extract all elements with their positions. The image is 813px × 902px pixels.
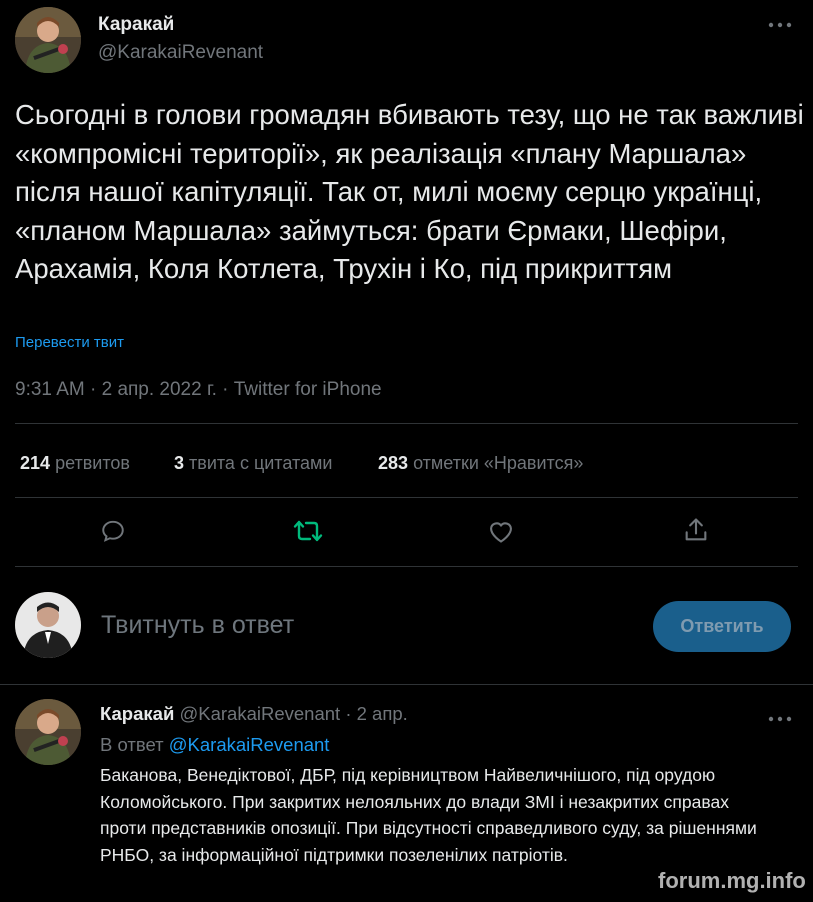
divider-actions-compose [15,566,798,567]
quotes-stat[interactable]: 3 твита с цитатами [174,453,332,474]
divider-top-stats [15,423,798,424]
divider-stats-actions [15,497,798,498]
in-reply-to: В ответ @KarakaiRevenant [100,734,329,756]
retweet-action-button[interactable] [293,518,323,544]
retweets-count: 214 [20,453,51,473]
reply-more-dots-icon[interactable] [768,706,792,729]
reply-action-button[interactable] [100,518,126,544]
heart-icon [490,522,512,543]
translate-tweet-link[interactable]: Перевести твит [15,334,124,351]
reply-header: Каракай @KarakaiRevenant · 2 апр. [100,703,408,725]
reply-author-name[interactable]: Каракай [100,703,174,724]
quotes-count: 3 [174,453,185,473]
tweet-timestamp[interactable]: 9:31 AM · 2 апр. 2022 г. · Twitter for i… [15,379,382,401]
divider-compose-reply [0,684,813,685]
reply-submit-button[interactable]: Ответить [653,601,791,652]
retweet-icon [293,520,323,542]
likes-label: отметки «Нравится» [413,453,584,473]
in-reply-prefix: В ответ [100,734,164,755]
author-name[interactable]: Каракай [98,14,174,36]
user-avatar-image [15,592,81,658]
user-avatar[interactable] [15,592,81,658]
author-avatar[interactable] [15,7,81,73]
author-handle[interactable]: @KarakaiRevenant [98,42,263,64]
author-avatar-image [15,7,81,73]
retweets-stat[interactable]: 214 ретвитов [20,453,130,474]
reply-author-avatar[interactable] [15,699,81,765]
reply-compose-input[interactable]: Твитнуть в ответ [101,611,294,640]
reply-text: Баканова, Венедіктової, ДБР, під керівни… [100,765,757,865]
share-action-button[interactable] [682,516,710,544]
reply-icon [102,520,124,542]
tweet-text: Сьогодні в голови громадян вбивають тезу… [15,99,804,284]
watermark: forum.mg.info [658,868,806,893]
share-icon [685,518,707,541]
likes-stat[interactable]: 283 отметки «Нравится» [378,453,583,474]
like-action-button[interactable] [487,518,515,544]
reply-author-handle[interactable]: @KarakaiRevenant [179,703,340,724]
in-reply-handle-link[interactable]: @KarakaiRevenant [169,734,330,755]
quotes-label: твита с цитатами [189,453,333,473]
reply-author-avatar-image [15,699,81,765]
reply-date[interactable]: · 2 апр. [345,703,407,724]
retweets-label: ретвитов [55,453,130,473]
likes-count: 283 [378,453,409,473]
more-dots-icon[interactable] [768,12,792,35]
